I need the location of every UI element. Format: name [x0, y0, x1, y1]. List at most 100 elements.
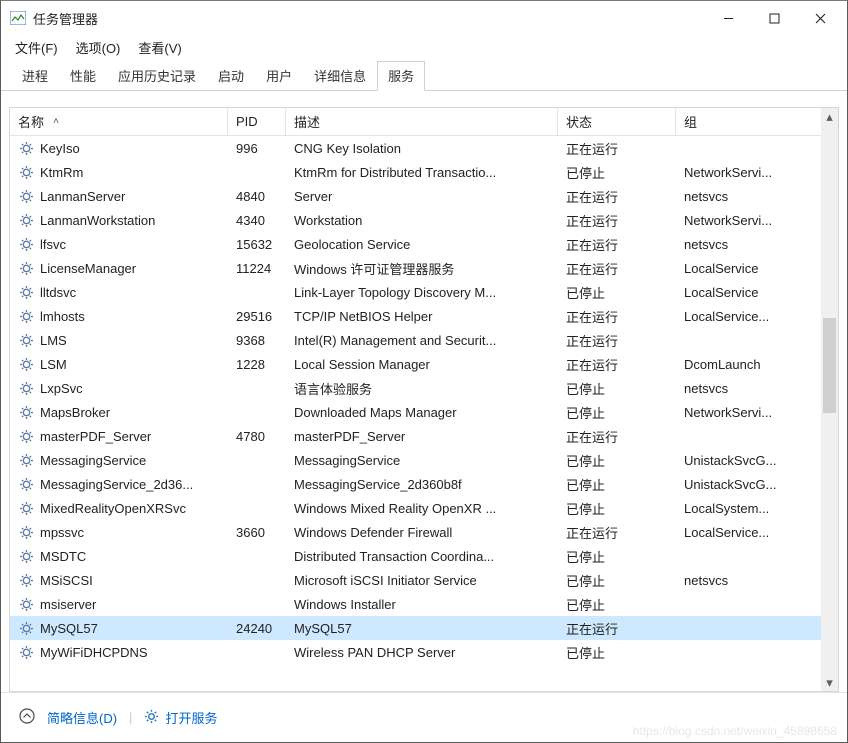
cell-group [676, 640, 838, 664]
menu-file[interactable]: 文件(F) [9, 36, 64, 58]
footer-separator: | [129, 710, 132, 725]
brief-info-link[interactable]: 简略信息(D) [47, 708, 117, 727]
cell-group [676, 424, 838, 448]
cell-name: LSM [10, 352, 228, 376]
table-row[interactable]: MSiSCSIMicrosoft iSCSI Initiator Service… [10, 568, 838, 592]
table-row[interactable]: MyWiFiDHCPDNSWireless PAN DHCP Server已停止 [10, 640, 838, 664]
table-row[interactable]: MixedRealityOpenXRSvcWindows Mixed Reali… [10, 496, 838, 520]
tab-3[interactable]: 启动 [207, 61, 255, 90]
service-icon [18, 308, 34, 324]
cell-status: 已停止 [558, 568, 676, 592]
scroll-up-icon[interactable]: ▴ [821, 108, 838, 125]
close-button[interactable] [797, 3, 843, 33]
cell-status: 已停止 [558, 280, 676, 304]
cell-desc: Windows Installer [286, 592, 558, 616]
table-row[interactable]: KtmRmKtmRm for Distributed Transactio...… [10, 160, 838, 184]
cell-pid [228, 592, 286, 616]
table-row[interactable]: LSM1228Local Session Manager正在运行DcomLaun… [10, 352, 838, 376]
table-row[interactable]: masterPDF_Server4780masterPDF_Server正在运行 [10, 424, 838, 448]
tab-1[interactable]: 性能 [59, 61, 107, 90]
cell-name: lfsvc [10, 232, 228, 256]
cell-status: 已停止 [558, 592, 676, 616]
tab-6[interactable]: 服务 [377, 61, 425, 91]
cell-name: MySQL57 [10, 616, 228, 640]
tab-0[interactable]: 进程 [11, 61, 59, 90]
minimize-button[interactable] [705, 3, 751, 33]
cell-pid [228, 400, 286, 424]
table-row[interactable]: MSDTCDistributed Transaction Coordina...… [10, 544, 838, 568]
table-row[interactable]: LicenseManager11224Windows 许可证管理器服务正在运行L… [10, 256, 838, 280]
cell-pid [228, 376, 286, 400]
cell-group [676, 328, 838, 352]
cell-desc: MessagingService_2d360b8f [286, 472, 558, 496]
service-icon [18, 548, 34, 564]
tab-2[interactable]: 应用历史记录 [107, 61, 207, 90]
table-row[interactable]: mpssvc3660Windows Defender Firewall正在运行L… [10, 520, 838, 544]
table-row[interactable]: MessagingService_2d36...MessagingService… [10, 472, 838, 496]
cell-name: mpssvc [10, 520, 228, 544]
cell-status: 正在运行 [558, 184, 676, 208]
cell-name: lltdsvc [10, 280, 228, 304]
cell-desc: Windows 许可证管理器服务 [286, 256, 558, 280]
menu-options[interactable]: 选项(O) [70, 36, 127, 58]
cell-name: MSDTC [10, 544, 228, 568]
tab-5[interactable]: 详细信息 [303, 61, 377, 90]
table-row[interactable]: LMS9368Intel(R) Management and Securit..… [10, 328, 838, 352]
table-row[interactable]: MapsBrokerDownloaded Maps Manager已停止Netw… [10, 400, 838, 424]
table-row[interactable]: lltdsvcLink-Layer Topology Discovery M..… [10, 280, 838, 304]
service-icon [18, 596, 34, 612]
col-pid[interactable]: PID [228, 108, 286, 136]
cell-pid [228, 280, 286, 304]
vertical-scrollbar[interactable]: ▴ ▾ [821, 108, 838, 691]
brief-info-label: 简略信息(D) [47, 708, 117, 727]
cell-name: LMS [10, 328, 228, 352]
table-row[interactable]: LanmanWorkstation4340Workstation正在运行Netw… [10, 208, 838, 232]
cell-name: MessagingService [10, 448, 228, 472]
cell-desc: MessagingService [286, 448, 558, 472]
cell-status: 正在运行 [558, 520, 676, 544]
cell-desc: Geolocation Service [286, 232, 558, 256]
cell-status: 正在运行 [558, 208, 676, 232]
cell-pid [228, 496, 286, 520]
menubar: 文件(F) 选项(O) 查看(V) [1, 35, 847, 59]
table-row[interactable]: MessagingServiceMessagingService已停止Unist… [10, 448, 838, 472]
cell-status: 已停止 [558, 496, 676, 520]
scroll-thumb[interactable] [823, 318, 836, 413]
open-services-link[interactable]: 打开服务 [144, 708, 217, 727]
scroll-down-icon[interactable]: ▾ [821, 674, 838, 691]
cell-desc: Server [286, 184, 558, 208]
col-desc[interactable]: 描述 [286, 108, 558, 136]
sort-asc-icon: ˄ [48, 116, 64, 127]
service-icon [18, 428, 34, 444]
open-services-label: 打开服务 [165, 708, 217, 727]
cell-group: NetworkServi... [676, 160, 838, 184]
col-status[interactable]: 状态 [558, 108, 676, 136]
col-name[interactable]: 名称˄ [10, 108, 228, 136]
chevron-up-icon[interactable] [19, 708, 35, 727]
table-row[interactable]: lfsvc15632Geolocation Service正在运行netsvcs [10, 232, 838, 256]
cell-status: 已停止 [558, 400, 676, 424]
cell-pid: 996 [228, 136, 286, 160]
service-icon [18, 476, 34, 492]
col-group[interactable]: 组 [676, 108, 838, 136]
table-row[interactable]: LxpSvc语言体验服务已停止netsvcs [10, 376, 838, 400]
table-row[interactable]: MySQL5724240MySQL57正在运行 [10, 616, 838, 640]
cell-status: 已停止 [558, 448, 676, 472]
cell-desc: MySQL57 [286, 616, 558, 640]
cell-pid [228, 568, 286, 592]
maximize-button[interactable] [751, 3, 797, 33]
menu-view[interactable]: 查看(V) [132, 36, 187, 58]
table-row[interactable]: msiserverWindows Installer已停止 [10, 592, 838, 616]
tabbar: 进程性能应用历史记录启动用户详细信息服务 [1, 65, 847, 91]
table-row[interactable]: KeyIso996CNG Key Isolation正在运行 [10, 136, 838, 160]
cell-pid [228, 472, 286, 496]
cell-status: 正在运行 [558, 424, 676, 448]
cell-desc: Local Session Manager [286, 352, 558, 376]
service-icon [18, 236, 34, 252]
table-row[interactable]: LanmanServer4840Server正在运行netsvcs [10, 184, 838, 208]
cell-group: NetworkServi... [676, 208, 838, 232]
tab-4[interactable]: 用户 [255, 61, 303, 90]
cell-name: LanmanWorkstation [10, 208, 228, 232]
table-row[interactable]: lmhosts29516TCP/IP NetBIOS Helper正在运行Loc… [10, 304, 838, 328]
service-icon [18, 140, 34, 156]
